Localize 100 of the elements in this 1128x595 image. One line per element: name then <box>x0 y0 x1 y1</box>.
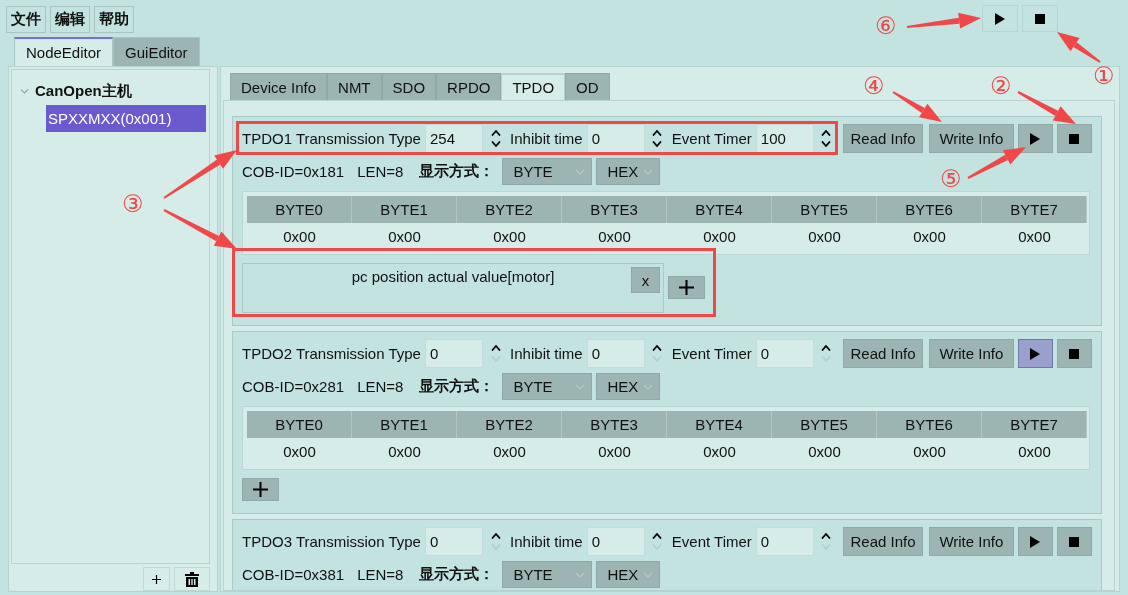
dropdown[interactable]: HEX <box>596 373 661 400</box>
play-button[interactable] <box>1017 124 1053 153</box>
tab[interactable]: NMT <box>327 73 382 100</box>
play-button[interactable] <box>1017 527 1053 556</box>
tab[interactable]: NodeEditor <box>14 37 114 66</box>
dropdown[interactable]: BYTE <box>502 373 593 400</box>
annotation-arrow <box>1057 32 1101 63</box>
chevron-up-icon[interactable] <box>652 345 663 351</box>
trash-icon <box>185 571 199 587</box>
number-field[interactable]: 0 <box>424 527 483 556</box>
tab[interactable]: RPDO <box>436 73 502 100</box>
write-button[interactable]: Write Info <box>929 124 1014 153</box>
field-label: Event Timer <box>671 533 752 550</box>
play-icon <box>1030 347 1041 360</box>
field-label: 显示方式： <box>419 377 495 396</box>
column-header: BYTE4 <box>667 196 772 223</box>
field-label: Event Timer <box>671 345 752 362</box>
tree-item[interactable]: CanOpen主机 <box>33 82 134 101</box>
stop-button[interactable] <box>1056 339 1092 368</box>
dropdown[interactable]: HEX <box>596 561 661 588</box>
table-cell-text: 0x00 <box>912 227 947 247</box>
column-header: BYTE0 <box>247 196 352 223</box>
chevron-down-icon[interactable] <box>490 141 501 147</box>
stop-button[interactable] <box>1056 527 1092 556</box>
chevron-up-icon[interactable] <box>490 345 501 351</box>
field-label: Inhibit time <box>510 130 583 147</box>
field-label: 显示方式： <box>419 565 495 584</box>
column-header: BYTE5 <box>772 196 877 223</box>
stop-button[interactable] <box>1056 124 1092 153</box>
chevron-up-icon[interactable] <box>821 533 832 539</box>
table-cell-text: 0x00 <box>807 227 842 247</box>
chevron-up-icon[interactable] <box>821 345 832 351</box>
write-button[interactable]: Write Info <box>929 527 1014 556</box>
read-button[interactable]: Read Info <box>843 527 923 556</box>
table-cell-text: 0x00 <box>597 227 632 247</box>
menu-item[interactable]: 编辑 <box>50 6 90 33</box>
annotation-arrow <box>892 91 942 122</box>
tab[interactable]: OD <box>565 73 610 100</box>
table-cell-text: 0x00 <box>492 442 527 462</box>
length-label: LEN=8 <box>357 163 404 180</box>
table-cell-text: 0x00 <box>387 227 422 247</box>
table-cell-text: 0x00 <box>702 227 737 247</box>
menu-item[interactable]: 文件 <box>6 6 46 33</box>
annotation-arrow <box>967 147 1026 179</box>
table-cell-text: 0x00 <box>1017 227 1052 247</box>
read-button[interactable]: Read Info <box>843 124 923 153</box>
chevron-up-icon[interactable] <box>652 130 663 136</box>
table-cell-text: 0x00 <box>912 442 947 462</box>
column-header: BYTE2 <box>457 196 562 223</box>
number-field[interactable]: 100 <box>755 124 814 153</box>
play-button[interactable] <box>1017 339 1053 368</box>
menu-item[interactable]: 帮助 <box>94 6 134 33</box>
cob-id-label: COB-ID=0x381 <box>242 566 345 583</box>
chevron-down-icon[interactable] <box>652 141 663 147</box>
table-cell-text: 0x00 <box>387 442 422 462</box>
number-field[interactable]: 0 <box>586 124 645 153</box>
number-field[interactable]: 0 <box>424 339 483 368</box>
annotation-number: ① <box>1093 64 1115 88</box>
chevron-up-icon[interactable] <box>490 130 501 136</box>
chevron-up-icon[interactable] <box>652 533 663 539</box>
plus-icon <box>679 280 694 295</box>
chevron-up-icon[interactable] <box>490 533 501 539</box>
field-label: 显示方式： <box>419 162 495 181</box>
add-button[interactable] <box>668 276 705 299</box>
column-header: BYTE7 <box>982 196 1087 223</box>
table-cell-text: 0x00 <box>702 442 737 462</box>
dropdown[interactable]: BYTE <box>502 561 593 588</box>
write-button[interactable]: Write Info <box>929 339 1014 368</box>
table-cell-text: 0x00 <box>597 442 632 462</box>
tab[interactable]: SDO <box>381 73 437 100</box>
tab[interactable]: Device Info <box>230 73 328 100</box>
play-icon <box>995 12 1005 25</box>
stop-icon <box>1069 348 1080 359</box>
add-button[interactable] <box>143 567 170 591</box>
annotation-number: ② <box>990 74 1012 98</box>
number-field[interactable]: 254 <box>424 124 483 153</box>
chevron-down-icon[interactable] <box>821 141 832 147</box>
tab[interactable]: GuiEditor <box>113 37 200 66</box>
dropdown[interactable]: BYTE <box>502 158 593 185</box>
number-field[interactable]: 0 <box>755 339 814 368</box>
tab[interactable]: TPDO <box>501 73 566 100</box>
annotation-arrow <box>1017 91 1076 124</box>
number-field[interactable]: 0 <box>586 339 645 368</box>
dropdown[interactable]: HEX <box>596 158 661 185</box>
chevron-up-icon[interactable] <box>821 130 832 136</box>
field-label: TPDO1 Transmission Type <box>242 130 421 147</box>
stop-icon <box>1069 536 1080 547</box>
cob-id-label: COB-ID=0x181 <box>242 163 345 180</box>
tree-item[interactable]: SPXXMXX(0x001) <box>46 105 206 132</box>
number-field[interactable]: 0 <box>586 527 645 556</box>
play-icon <box>1030 535 1041 548</box>
delete-button[interactable] <box>174 567 210 591</box>
table-cell-text: 0x00 <box>282 227 317 247</box>
add-button[interactable] <box>242 478 279 501</box>
read-button[interactable]: Read Info <box>843 339 923 368</box>
remove-button[interactable]: x <box>631 267 660 293</box>
stop-icon <box>1035 13 1045 24</box>
number-field[interactable]: 0 <box>755 527 814 556</box>
stop-button[interactable] <box>1022 5 1058 32</box>
column-header: BYTE3 <box>562 411 667 438</box>
